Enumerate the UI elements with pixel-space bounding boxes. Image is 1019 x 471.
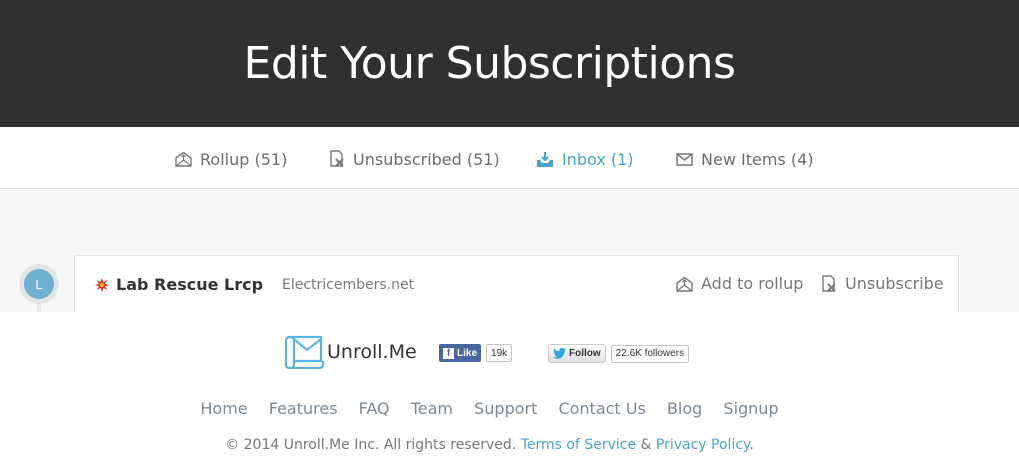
twitter-followers-count: 22.6K followers	[610, 344, 690, 363]
ampersand: &	[640, 437, 652, 453]
footer-link-features[interactable]: Features	[269, 399, 338, 418]
sender-favicon-icon	[95, 277, 109, 292]
copyright-text: © 2014 Unroll.Me Inc. All rights reserve…	[225, 437, 517, 453]
envelope-icon	[676, 152, 693, 166]
subscription-sender: Lab Rescue Lrcp	[95, 275, 263, 294]
facebook-like-label: Like	[457, 347, 478, 359]
tab-unsubscribed-label: Unsubscribed (51)	[353, 149, 500, 169]
twitter-follow-label: Follow	[569, 348, 601, 359]
unsubscribe-icon	[330, 150, 344, 167]
footer-link-signup[interactable]: Signup	[723, 399, 778, 418]
tab-unsubscribed[interactable]: Unsubscribed (51)	[329, 147, 500, 171]
footer-link-blog[interactable]: Blog	[667, 399, 702, 418]
unsubscribe-button[interactable]: Unsubscribe	[821, 274, 944, 293]
privacy-link[interactable]: Privacy Policy	[656, 437, 749, 453]
unsubscribe-icon	[822, 274, 836, 292]
envelope-scroll-icon	[284, 335, 325, 369]
tab-rollup[interactable]: Rollup (51)	[175, 147, 287, 171]
tab-new-items[interactable]: New Items (4)	[676, 147, 814, 171]
twitter-follow-button[interactable]: Follow	[548, 344, 606, 363]
facebook-like-widget: f Like 19k	[439, 344, 513, 362]
footer-link-home[interactable]: Home	[200, 399, 247, 418]
footer-link-contact[interactable]: Contact Us	[558, 399, 645, 418]
twitter-follow-widget: Follow 22.6K followers	[548, 344, 690, 363]
footer-nav: Home Features FAQ Team Support Contact U…	[0, 399, 979, 418]
twitter-bird-icon	[553, 348, 566, 359]
unsubscribe-label: Unsubscribe	[845, 274, 944, 293]
avatar: L	[19, 264, 59, 304]
rollup-icon	[175, 151, 192, 167]
copyright-period: .	[749, 437, 754, 453]
unrollme-logo[interactable]: Unroll.Me	[283, 335, 417, 369]
copyright: © 2014 Unroll.Me Inc. All rights reserve…	[0, 437, 979, 453]
facebook-like-button[interactable]: f Like	[439, 344, 482, 362]
footer: Unroll.Me f Like 19k Follow 22.6K follow…	[0, 313, 1019, 471]
avatar-letter: L	[24, 269, 54, 299]
subscription-domain: Electricembers.net	[282, 277, 415, 293]
tab-inbox[interactable]: Inbox (1)	[536, 147, 634, 171]
add-to-rollup-label: Add to rollup	[701, 274, 804, 293]
subscription-name: Lab Rescue Lrcp	[116, 275, 264, 294]
footer-link-faq[interactable]: FAQ	[359, 399, 390, 418]
facebook-like-count: 19k	[486, 344, 513, 362]
logo-text: Unroll.Me	[327, 341, 417, 363]
tab-bar: Rollup (51) Unsubscribed (51) Inbox (1) …	[0, 127, 1019, 189]
rollup-icon	[676, 276, 693, 292]
terms-link[interactable]: Terms of Service	[521, 437, 636, 453]
footer-link-team[interactable]: Team	[411, 399, 453, 418]
add-to-rollup-button[interactable]: Add to rollup	[676, 274, 803, 293]
subscription-row: Lab Rescue Lrcp Electricembers.net Add t…	[74, 255, 959, 313]
tab-new-items-label: New Items (4)	[701, 149, 814, 169]
timeline-connector	[37, 303, 41, 312]
tab-rollup-label: Rollup (51)	[200, 149, 288, 169]
page-title: Edit Your Subscriptions	[243, 38, 736, 89]
inbox-icon	[537, 151, 553, 167]
page-header: Edit Your Subscriptions	[0, 0, 1019, 127]
facebook-icon: f	[443, 347, 454, 359]
tab-inbox-label: Inbox (1)	[562, 149, 634, 169]
footer-link-support[interactable]: Support	[474, 399, 537, 418]
